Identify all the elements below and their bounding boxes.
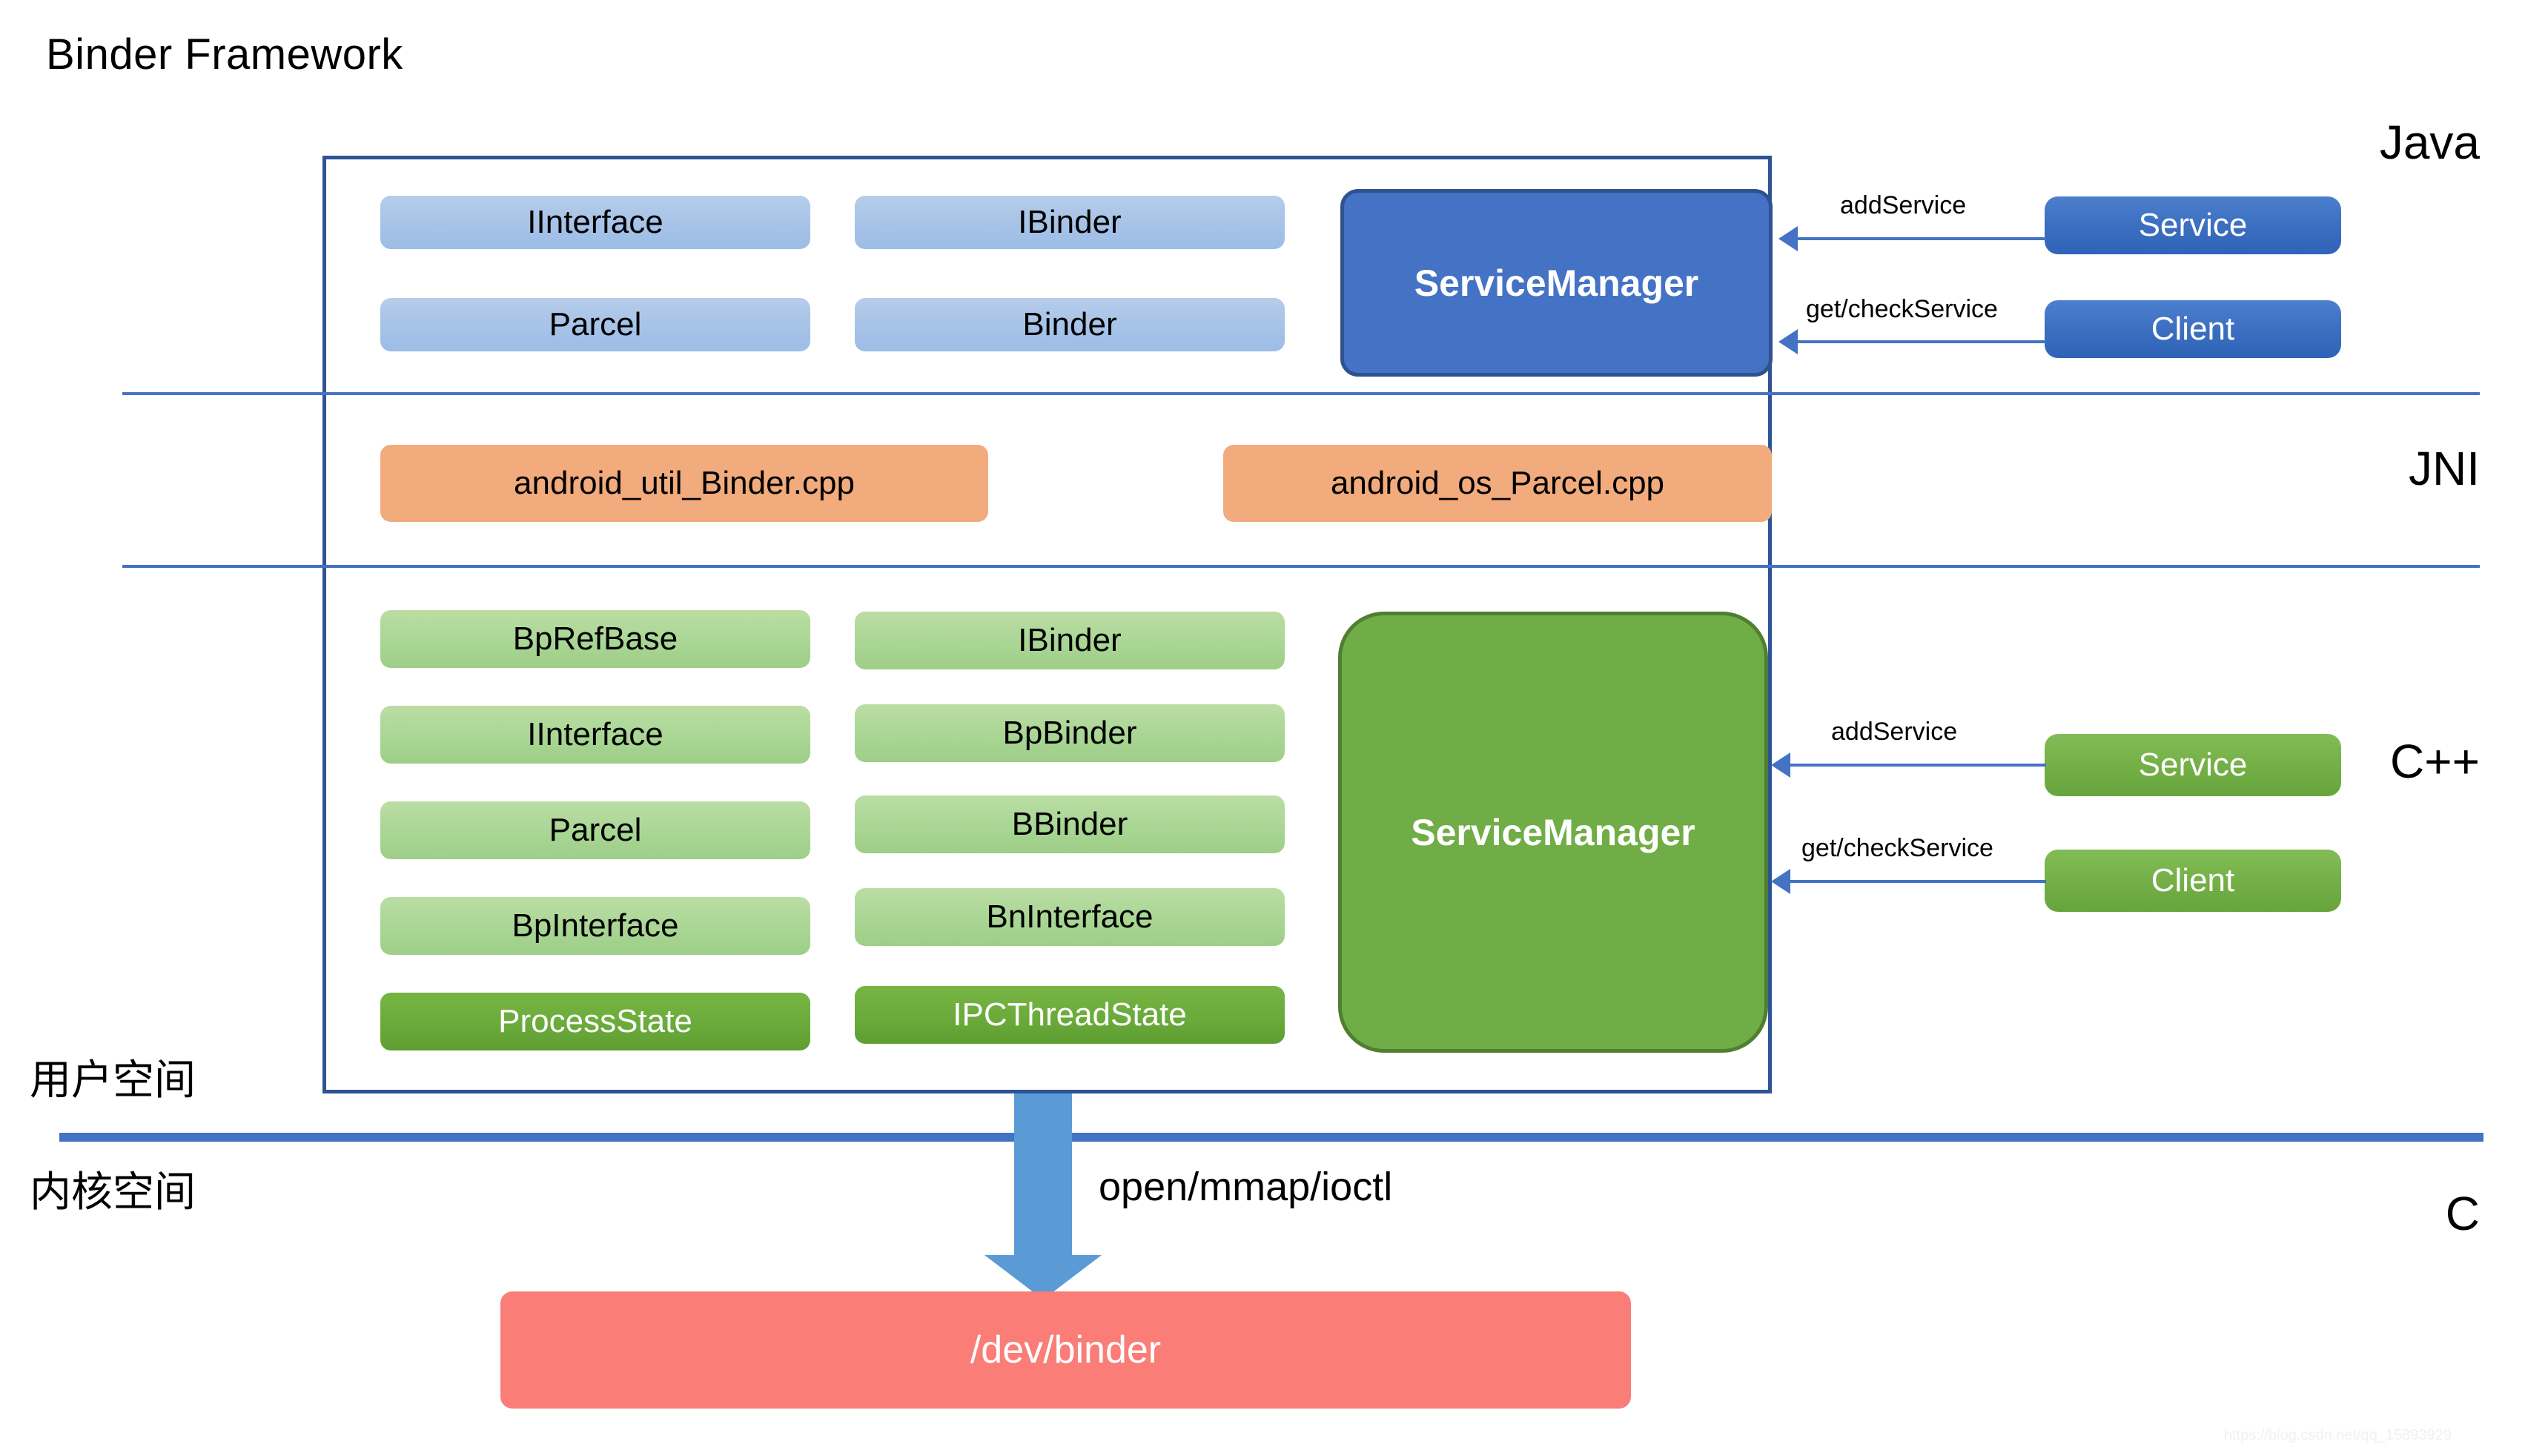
cpp-class-ipcthreadstate[interactable]: IPCThreadState: [855, 986, 1285, 1044]
page-title: Binder Framework: [46, 30, 403, 79]
java-actor-service[interactable]: Service: [2045, 196, 2341, 254]
cpp-class-bprefbase[interactable]: BpRefBase: [380, 610, 810, 668]
layer-label-c: C: [2445, 1187, 2480, 1240]
cpp-class-bninterface[interactable]: BnInterface: [855, 888, 1285, 946]
cpp-class-bbinder[interactable]: BBinder: [855, 795, 1285, 853]
cpp-class-bpbinder[interactable]: BpBinder: [855, 704, 1285, 762]
kernel-space-label: 内核空间: [30, 1168, 196, 1217]
java-class-iinterface[interactable]: IInterface: [380, 196, 810, 249]
layer-label-jni: JNI: [2409, 442, 2480, 495]
java-class-ibinder[interactable]: IBinder: [855, 196, 1285, 249]
cpp-connector-getservice-line: [1790, 880, 2046, 883]
cpp-class-processstate[interactable]: ProcessState: [380, 993, 810, 1050]
divider-jni-cpp: [122, 565, 2480, 568]
java-connector-addservice-line: [1798, 237, 2046, 240]
jni-file-android-util-binder[interactable]: android_util_Binder.cpp: [380, 445, 988, 522]
jni-file-android-os-parcel[interactable]: android_os_Parcel.cpp: [1223, 445, 1772, 522]
java-service-manager[interactable]: ServiceManager: [1340, 189, 1773, 377]
user-space-label: 用户空间: [30, 1056, 196, 1105]
java-connector-getservice-label: get/checkService: [1806, 295, 1998, 323]
divider-user-kernel: [59, 1133, 2483, 1142]
divider-java-jni: [122, 392, 2480, 395]
layer-label-java: Java: [2379, 116, 2480, 169]
cpp-class-ibinder[interactable]: IBinder: [855, 612, 1285, 669]
cpp-service-manager[interactable]: ServiceManager: [1338, 612, 1768, 1053]
cpp-connector-addservice-arrowhead-icon: [1771, 752, 1790, 778]
kernel-arrow-shaft: [1014, 1093, 1072, 1257]
watermark: https://blog.csdn.net/qq_15893929: [2224, 1427, 2452, 1443]
cpp-connector-getservice-arrowhead-icon: [1771, 869, 1790, 894]
cpp-class-iinterface[interactable]: IInterface: [380, 706, 810, 764]
java-class-parcel[interactable]: Parcel: [380, 298, 810, 351]
syscall-label: open/mmap/ioctl: [1099, 1165, 1393, 1209]
cpp-connector-addservice-line: [1790, 764, 2046, 767]
cpp-class-parcel[interactable]: Parcel: [380, 801, 810, 859]
java-connector-addservice-label: addService: [1840, 191, 1967, 219]
java-connector-addservice-arrowhead-icon: [1778, 226, 1798, 251]
cpp-actor-client[interactable]: Client: [2045, 850, 2341, 912]
cpp-class-bpinterface[interactable]: BpInterface: [380, 897, 810, 955]
cpp-actor-service[interactable]: Service: [2045, 734, 2341, 796]
cpp-connector-getservice-label: get/checkService: [1801, 834, 1993, 862]
java-connector-getservice-line: [1798, 340, 2046, 343]
java-class-binder[interactable]: Binder: [855, 298, 1285, 351]
cpp-connector-addservice-label: addService: [1831, 718, 1958, 746]
java-connector-getservice-arrowhead-icon: [1778, 329, 1798, 354]
java-actor-client[interactable]: Client: [2045, 300, 2341, 358]
dev-binder-node[interactable]: /dev/binder: [500, 1291, 1631, 1409]
diagram-canvas: Binder Framework Java JNI C++ C 用户空间 内核空…: [0, 0, 2525, 1456]
